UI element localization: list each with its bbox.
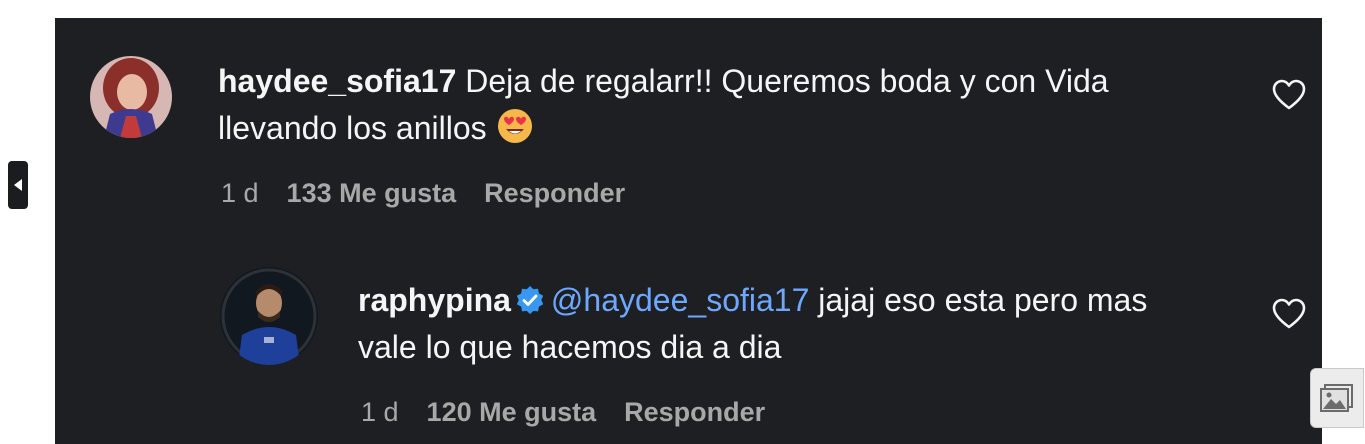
comment-meta: 1 d 133 Me gusta Responder [221, 178, 653, 209]
comment-text-line1: Deja de regalarr!! Queremos boda y con V… [456, 63, 1109, 99]
reply-likes[interactable]: 120 Me gusta [427, 397, 597, 427]
verified-badge-icon [516, 285, 544, 315]
caret-left-icon [14, 179, 22, 191]
image-icon [1320, 384, 1353, 412]
comment-body: haydee_sofia17 Deja de regalarr!! Querem… [218, 58, 1228, 152]
heart-outline-icon[interactable] [1272, 298, 1306, 330]
reply-body: raphypina @haydee_sofia17 jajaj eso esta… [358, 277, 1238, 371]
reply-text-line1: jajaj eso esta pero mas [809, 282, 1148, 318]
comment-username[interactable]: haydee_sofia17 [218, 63, 456, 99]
heart-outline-icon[interactable] [1272, 79, 1306, 111]
heart-eyes-emoji-icon [497, 109, 532, 143]
reply-meta: 1 d 120 Me gusta Responder [361, 397, 793, 428]
avatar[interactable] [220, 267, 318, 365]
mention-link[interactable]: @haydee_sofia17 [551, 282, 809, 318]
comment-time[interactable]: 1 d [221, 178, 259, 208]
reply-text-line2: vale lo que hacemos dia a dia [358, 329, 782, 365]
reply-time[interactable]: 1 d [361, 397, 399, 427]
image-button[interactable] [1310, 368, 1364, 428]
comments-panel: haydee_sofia17 Deja de regalarr!! Querem… [55, 18, 1322, 444]
reply-button[interactable]: Responder [624, 397, 765, 427]
avatar[interactable] [90, 56, 172, 138]
reply-username[interactable]: raphypina [358, 282, 511, 318]
comment-likes[interactable]: 133 Me gusta [287, 178, 457, 208]
collapse-panel-tab[interactable] [8, 161, 28, 209]
comment-text-line2: llevando los anillos [218, 110, 496, 146]
reply-button[interactable]: Responder [484, 178, 625, 208]
